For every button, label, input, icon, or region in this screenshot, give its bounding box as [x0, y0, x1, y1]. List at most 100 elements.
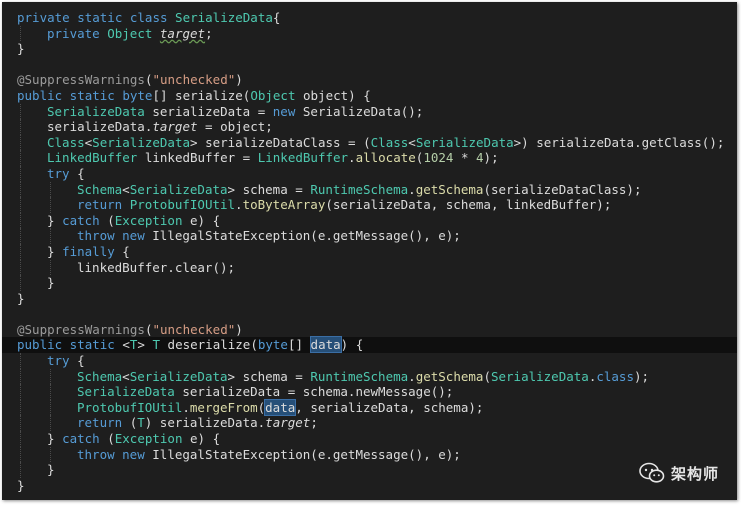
code-token: }	[47, 243, 63, 259]
code-token: (	[107, 431, 115, 447]
watermark: 架构师	[639, 462, 719, 484]
code-line[interactable]: LinkedBuffer linkedBuffer = LinkedBuffer…	[17, 150, 737, 166]
code-line-text: SerializeData serializeData = new Serial…	[17, 104, 423, 119]
code-line[interactable]: @SuppressWarnings("unchecked")	[17, 322, 737, 338]
code-token: return	[77, 415, 130, 431]
code-line[interactable]: return (T) serializeData.target;	[17, 415, 737, 432]
indent-guide	[20, 181, 21, 198]
code-token: byte	[257, 337, 288, 353]
code-token: Object	[250, 87, 296, 103]
code-token: {	[77, 165, 85, 181]
code-line[interactable]	[17, 306, 737, 322]
code-token: .	[235, 197, 243, 213]
code-line[interactable]: Schema<SerializeData> schema = RuntimeSc…	[17, 181, 737, 198]
code-token: SerializeData();	[302, 103, 424, 119]
code-editor[interactable]: private static class SerializeData{priva…	[2, 2, 737, 500]
code-line[interactable]: public static byte[] serialize(Object ob…	[17, 88, 737, 104]
code-line[interactable]: } finally {	[17, 243, 737, 260]
indent-guide	[20, 25, 21, 42]
code-line[interactable]: return ProtobufIOUtil.toByteArray(serial…	[17, 197, 737, 213]
code-token: }	[47, 431, 63, 447]
code-line[interactable]: private static class SerializeData{	[17, 10, 737, 26]
code-token: }	[17, 290, 25, 306]
code-token: linkedBuffer =	[137, 150, 258, 166]
code-token: public static byte	[17, 87, 153, 103]
code-token: >	[137, 337, 153, 353]
code-line-text: @SuppressWarnings("unchecked")	[17, 322, 243, 337]
code-token: try	[47, 353, 78, 369]
code-line[interactable]: throw new IllegalStateException(e.getMes…	[17, 228, 737, 244]
indent-guide	[50, 228, 51, 244]
code-area[interactable]: private static class SerializeData{priva…	[2, 10, 737, 494]
code-line[interactable]: try {	[17, 353, 737, 369]
code-line[interactable]	[17, 57, 737, 73]
code-line[interactable]: private Object target;	[17, 25, 737, 42]
code-line[interactable]: SerializeData serializeData = schema.new…	[17, 384, 737, 400]
code-line-text: private Object target;	[17, 26, 213, 41]
code-line[interactable]: ProtobufIOUtil.mergeFrom(data, serialize…	[17, 398, 737, 416]
code-line[interactable]: try {	[17, 165, 737, 182]
code-line-text: try {	[17, 353, 85, 368]
code-token: );	[633, 368, 650, 384]
code-line-text: } finally {	[17, 244, 130, 259]
code-line[interactable]: }	[17, 462, 737, 478]
code-line[interactable]: linkedBuffer.clear();	[17, 259, 737, 276]
indent-guide	[50, 181, 51, 198]
indent-guide	[20, 415, 21, 432]
code-line-text: }	[17, 41, 25, 56]
code-token: SerializeData	[415, 134, 514, 150]
code-token: {	[77, 353, 85, 369]
code-token: )	[235, 321, 243, 337]
code-line[interactable]: }	[17, 41, 737, 57]
code-token: Schema	[77, 181, 123, 197]
code-token: Exception	[114, 212, 183, 228]
indent-guide	[50, 259, 51, 276]
code-token: , serializeData, schema);	[295, 399, 484, 415]
code-line[interactable]: }	[17, 275, 737, 291]
code-line-text: return (T) serializeData.target;	[17, 415, 318, 430]
code-token: (	[483, 368, 491, 384]
code-token: RuntimeSchema	[310, 181, 409, 197]
code-token: SerializeData	[77, 384, 175, 400]
code-line[interactable]: SerializeData serializeData = new Serial…	[17, 103, 737, 120]
code-token: target	[265, 415, 311, 431]
code-token: catch	[62, 212, 108, 228]
code-line-text: public static byte[] serialize(Object ob…	[17, 88, 371, 103]
code-token: e) {	[182, 212, 221, 228]
code-line[interactable]: serializeData.target = object;	[17, 119, 737, 135]
code-token: .	[408, 368, 416, 384]
code-line-text: SerializeData serializeData = schema.new…	[17, 384, 453, 399]
code-line[interactable]: }	[17, 291, 737, 307]
code-line[interactable]: } catch (Exception e) {	[17, 431, 737, 447]
indent-guide	[20, 119, 21, 135]
code-token: Object	[107, 25, 160, 41]
code-line[interactable]: } catch (Exception e) {	[17, 212, 737, 229]
code-token: []	[287, 337, 311, 353]
indent-guide	[20, 150, 21, 166]
indent-guide	[20, 212, 21, 229]
code-line[interactable]: public static <T> T deserialize(byte[] d…	[2, 336, 737, 354]
code-line[interactable]: throw new IllegalStateException(e.getMes…	[17, 446, 737, 463]
code-line[interactable]: Schema<SerializeData> schema = RuntimeSc…	[17, 368, 737, 385]
code-token: ProtobufIOUtil	[77, 399, 183, 415]
code-token: .	[182, 399, 190, 415]
code-token: getSchema	[415, 368, 484, 384]
code-token: 4	[476, 150, 484, 166]
code-line-text: LinkedBuffer linkedBuffer = LinkedBuffer…	[17, 150, 499, 165]
indent-guide	[20, 228, 21, 244]
code-token: }	[47, 212, 63, 228]
code-line[interactable]: @SuppressWarnings("unchecked")	[17, 72, 737, 88]
code-token: e) {	[182, 431, 221, 447]
code-token: "unchecked"	[152, 321, 236, 337]
indent-guide	[20, 353, 21, 369]
code-token: RuntimeSchema	[310, 368, 409, 384]
code-line[interactable]: }	[17, 478, 737, 494]
indent-guide	[20, 431, 21, 447]
code-line[interactable]: Class<SerializeData> serializeDataClass …	[17, 134, 737, 151]
code-token: <	[122, 181, 130, 197]
indent-guide	[50, 368, 51, 385]
code-token: object) {	[295, 87, 371, 103]
code-token: SerializeData	[129, 368, 228, 384]
code-line-text: @SuppressWarnings("unchecked")	[17, 72, 243, 87]
code-token: @SuppressWarnings	[17, 72, 145, 88]
